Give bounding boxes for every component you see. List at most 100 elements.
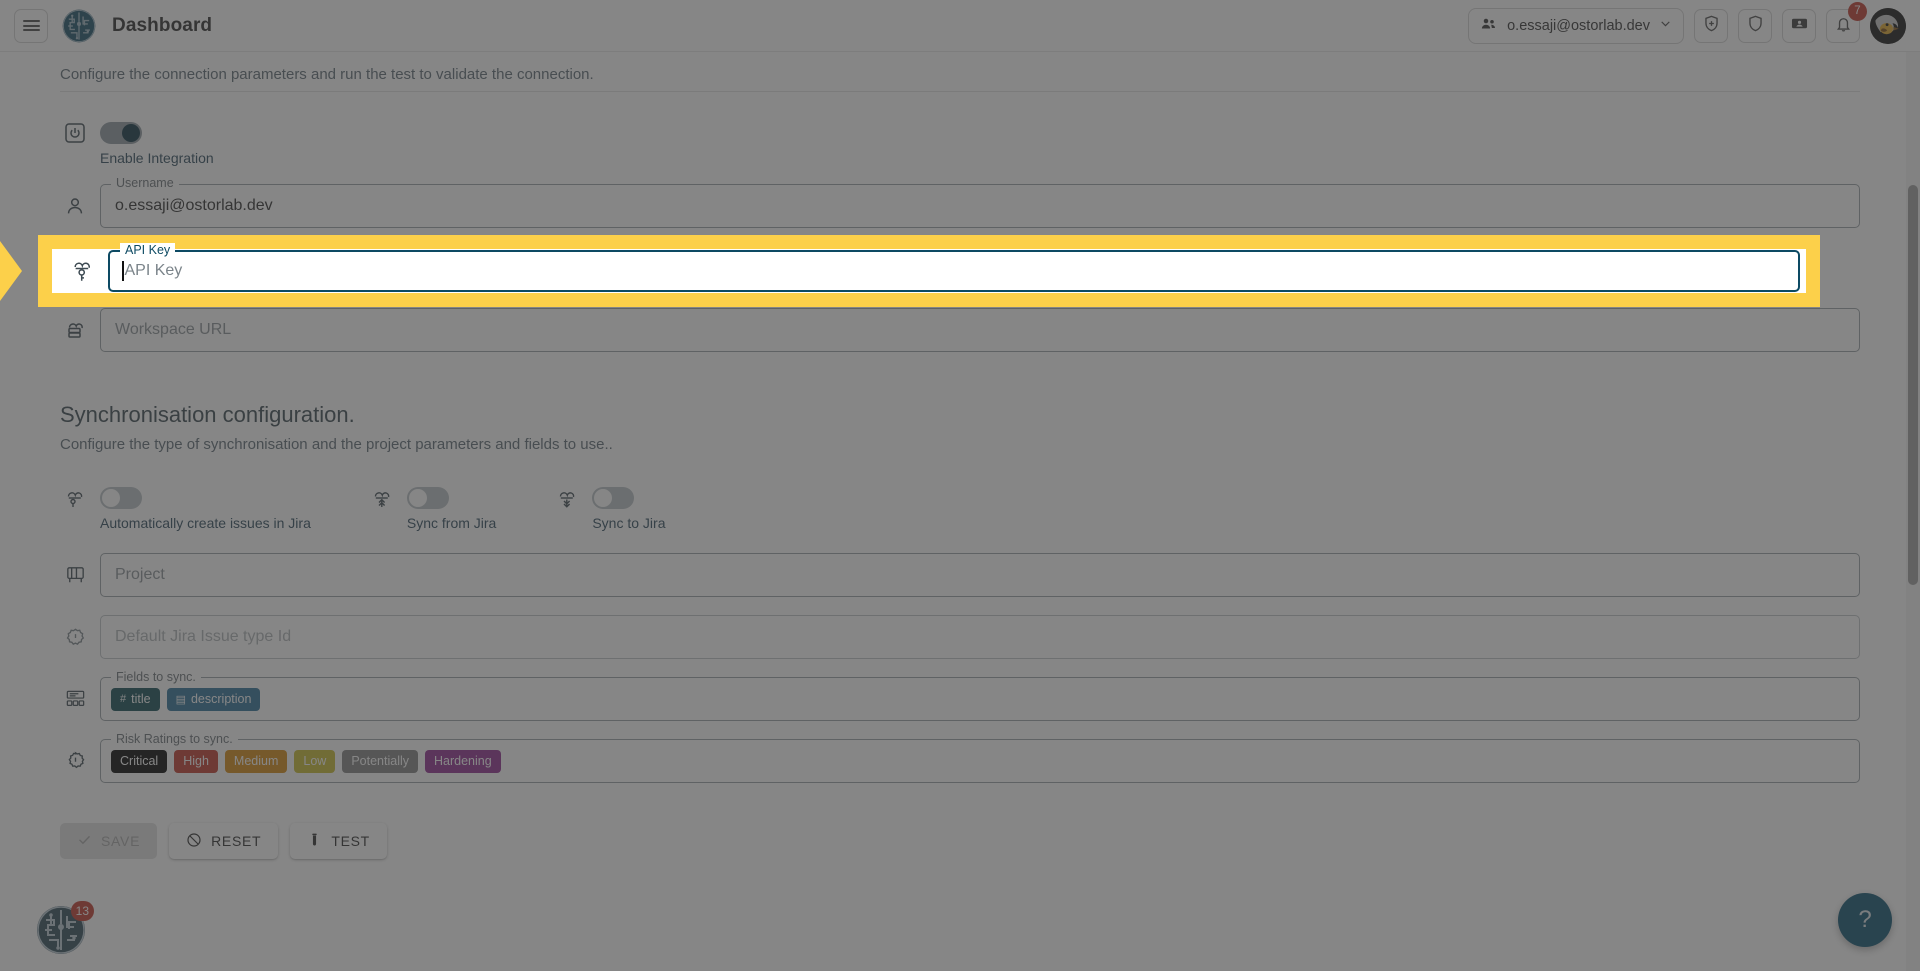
main-scroll-area: Configure the connection parameters and …	[0, 52, 1920, 971]
connection-subtitle: Configure the connection parameters and …	[60, 52, 1860, 83]
project-placeholder: Project	[115, 566, 165, 584]
hamburger-menu-icon[interactable]	[14, 9, 48, 43]
chevron-down-icon	[1659, 17, 1672, 34]
chip-label: High	[183, 754, 209, 768]
shield-icon	[1746, 14, 1765, 38]
power-icon	[60, 118, 90, 148]
help-button[interactable]: ?	[1838, 893, 1892, 947]
issue-type-placeholder: Default Jira Issue type Id	[115, 628, 291, 646]
risk-ratings-chips: Critical High Medium Low Potentially Hardenin…	[111, 750, 501, 773]
chip[interactable]: Hardening	[425, 750, 501, 773]
scrollbar-thumb[interactable]	[1908, 185, 1918, 585]
add-scan-button[interactable]	[1694, 9, 1728, 43]
project-row: Project	[60, 553, 1860, 597]
username-row: Username o.essaji@ostorlab.dev	[60, 184, 1860, 228]
app-bar-actions: o.essaji@ostorlab.dev	[1468, 8, 1906, 44]
username-legend: Username	[111, 177, 179, 190]
sync-heading: Synchronisation configuration.	[60, 402, 1860, 428]
question-mark-icon: ?	[1858, 906, 1871, 934]
vertical-scrollbar[interactable]	[1906, 52, 1920, 971]
page-title: Dashboard	[112, 15, 212, 37]
chip-label: Medium	[234, 754, 278, 768]
board-icon	[60, 560, 90, 590]
chip[interactable]: Critical	[111, 750, 167, 773]
check-icon	[77, 832, 92, 850]
app-root: Dashboard o.essaji@ostorlab.dev	[0, 0, 1920, 971]
cloud-pin-icon	[60, 483, 90, 513]
chip[interactable]: Potentially	[342, 750, 418, 773]
chip[interactable]: Medium	[225, 750, 287, 773]
reset-button-label: RESET	[211, 833, 261, 849]
cloud-download-icon	[552, 483, 582, 513]
auto-create-issues-cell: Automatically create issues in Jira	[60, 483, 311, 531]
save-button-label: SAVE	[101, 833, 140, 849]
no-entry-icon	[186, 832, 202, 851]
chip[interactable]: # title	[111, 688, 160, 711]
chip-label: Critical	[120, 754, 158, 768]
project-select[interactable]: Project	[100, 553, 1860, 597]
org-selector-label: o.essaji@ostorlab.dev	[1507, 18, 1650, 34]
workspace-url-field[interactable]: Workspace URL	[100, 308, 1860, 352]
test-button[interactable]: TEST	[290, 823, 387, 859]
chip-label: Potentially	[351, 754, 409, 768]
group-people-icon	[1480, 15, 1498, 37]
alert-badge-icon	[60, 746, 90, 776]
issue-type-row: Default Jira Issue type Id	[60, 615, 1860, 659]
chip[interactable]: High	[174, 750, 218, 773]
workspace-url-placeholder: Workspace URL	[115, 321, 231, 339]
chip-label: title	[131, 692, 150, 706]
chip-label: description	[191, 692, 251, 706]
server-cloud-icon	[60, 315, 90, 345]
sync-subtitle: Configure the type of synchronisation an…	[60, 436, 1860, 453]
test-tube-icon	[307, 832, 322, 850]
security-button[interactable]	[1738, 9, 1772, 43]
sync-to-jira-cell: Sync to Jira	[552, 483, 665, 531]
sync-toggles-row: Automatically create issues in Jira Sync	[60, 483, 1860, 531]
chip-label: Low	[303, 754, 326, 768]
fields-to-sync-chips: # title ▤ description	[111, 688, 260, 711]
sync-to-jira-toggle[interactable]	[592, 487, 634, 509]
badge-count: 13	[71, 901, 94, 921]
shield-plus-icon	[1702, 14, 1721, 38]
auto-create-issues-label: Automatically create issues in Jira	[100, 515, 311, 531]
auto-create-issues-toggle[interactable]	[100, 487, 142, 509]
reset-button[interactable]: RESET	[169, 823, 278, 859]
sync-from-jira-cell: Sync from Jira	[367, 483, 496, 531]
username-value: o.essaji@ostorlab.dev	[115, 197, 273, 215]
ticket-icon	[1790, 14, 1809, 38]
fields-to-sync-row: Fields to sync. #title▤description	[60, 677, 1860, 721]
avatar[interactable]	[1870, 8, 1906, 44]
save-button[interactable]: SAVE	[60, 823, 157, 859]
app-bar: Dashboard o.essaji@ostorlab.dev	[0, 0, 1920, 52]
chip-icon: #	[120, 693, 126, 705]
chip-icon: ▤	[176, 693, 186, 706]
sync-from-jira-label: Sync from Jira	[407, 515, 496, 531]
chip-label: Hardening	[434, 754, 492, 768]
gear-alert-icon	[60, 622, 90, 652]
org-selector[interactable]: o.essaji@ostorlab.dev	[1468, 8, 1684, 44]
ostorlab-badge-logo[interactable]: 13	[36, 905, 86, 955]
risk-ratings-legend: Risk Ratings to sync.	[111, 732, 238, 746]
divider	[60, 91, 1860, 92]
enable-integration-row: Enable Integration	[60, 118, 1860, 166]
fields-to-sync-legend: Fields to sync.	[111, 670, 201, 684]
ostorlab-circuit-logo[interactable]	[62, 9, 96, 43]
risk-ratings-row: Risk Ratings to sync. CriticalHighMedium…	[60, 739, 1860, 783]
form-actions: SAVE RESET	[60, 823, 1860, 859]
cloud-upload-icon	[367, 483, 397, 513]
sync-from-jira-toggle[interactable]	[407, 487, 449, 509]
risk-ratings-select[interactable]: Risk Ratings to sync. CriticalHighMedium…	[100, 739, 1860, 783]
tickets-button[interactable]	[1782, 9, 1816, 43]
fields-to-sync-select[interactable]: Fields to sync. #title▤description	[100, 677, 1860, 721]
chip[interactable]: Low	[294, 750, 335, 773]
workspace-url-row: Workspace URL	[60, 308, 1860, 352]
issue-type-select[interactable]: Default Jira Issue type Id	[100, 615, 1860, 659]
username-field[interactable]: Username o.essaji@ostorlab.dev	[100, 184, 1860, 228]
test-button-label: TEST	[331, 833, 370, 849]
integration-form: Configure the connection parameters and …	[0, 52, 1920, 859]
chip[interactable]: ▤ description	[167, 688, 261, 711]
enable-integration-toggle[interactable]	[100, 122, 142, 144]
person-icon	[60, 191, 90, 221]
notifications-badge: 7	[1848, 2, 1867, 21]
enable-integration-label: Enable Integration	[100, 150, 214, 166]
